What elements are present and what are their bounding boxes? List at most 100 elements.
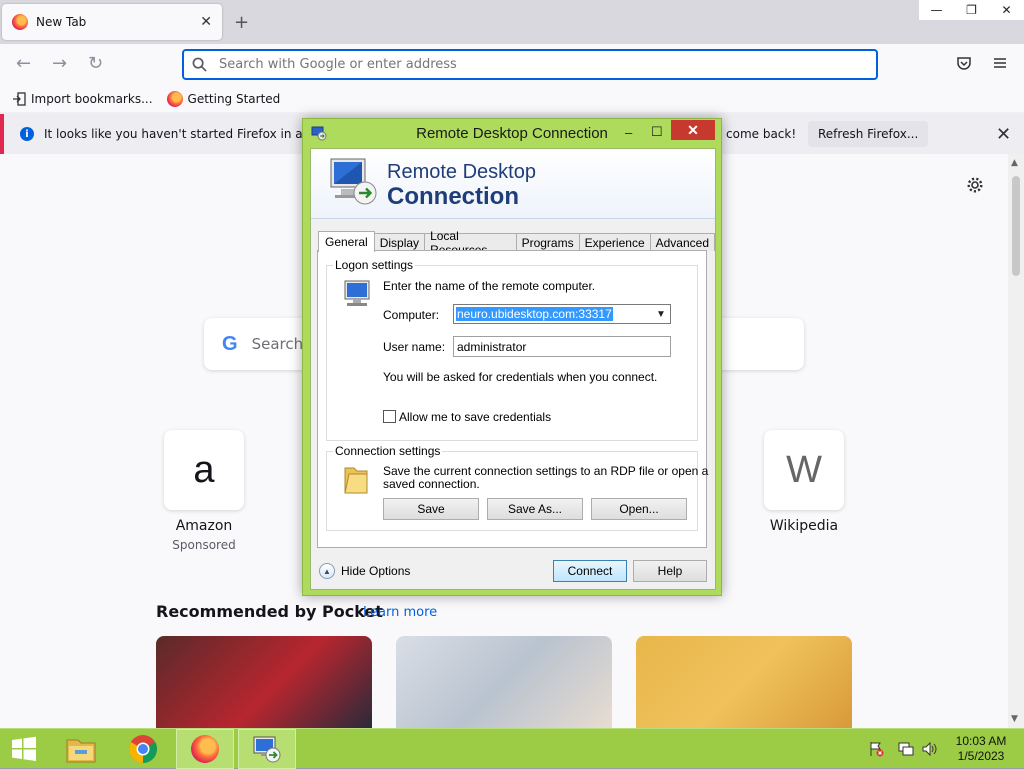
url-bar[interactable] [182,49,878,80]
connection-description-cont: saved connection. [383,477,480,491]
tab-new-tab[interactable]: New Tab ✕ [2,4,222,40]
pocket-card-image[interactable] [636,636,852,728]
navigation-toolbar: ← → ↻ [0,44,1024,86]
username-label: User name: [383,340,446,354]
action-center-flag-icon[interactable] [868,741,884,757]
connection-description: Save the current connection settings to … [383,464,709,478]
scroll-up-icon[interactable]: ▲ [1011,158,1018,168]
learn-more-link[interactable]: Learn more [363,605,437,620]
pocket-card-image[interactable] [156,636,372,728]
wikipedia-icon: W [764,430,844,510]
computer-combobox[interactable]: neuro.ubidesktop.com:33317 ▼ [453,304,671,324]
search-icon [192,57,207,72]
firefox-icon [166,91,183,107]
computer-value: neuro.ubidesktop.com:33317 [456,307,613,321]
bookmark-label: Getting Started [187,92,281,106]
taskbar-file-explorer[interactable] [56,729,106,769]
banner-title-line2: Connection [387,183,519,210]
page-scrollbar[interactable]: ▲ ▼ [1008,154,1024,728]
clock-time: 10:03 AM [955,734,1007,748]
firefox-icon [12,14,28,30]
group-label: Logon settings [333,258,416,272]
logon-settings-group: Logon settings Enter the name of the rem… [326,258,698,441]
save-as-button[interactable]: Save As... [487,498,583,520]
group-label: Connection settings [333,444,443,458]
restore-button[interactable]: ❐ [954,0,989,20]
credentials-note: You will be asked for credentials when y… [383,370,658,384]
notification-text: It looks like you haven't started Firefo… [44,127,342,141]
bookmark-label: Import bookmarks... [31,92,153,106]
top-site-amazon[interactable]: a Amazon Sponsored [164,430,244,552]
connection-settings-group: Connection settings Save the current con… [326,444,708,531]
remote-desktop-logo-icon [330,158,377,205]
scroll-down-icon[interactable]: ▼ [1011,714,1018,724]
bookmark-import[interactable]: Import bookmarks... [12,92,153,106]
tab-display[interactable]: Display [373,233,426,251]
reload-button[interactable]: ↻ [88,55,103,73]
taskbar-firefox[interactable] [176,729,234,769]
hamburger-menu-icon[interactable] [992,55,1008,71]
save-button[interactable]: Save [383,498,479,520]
close-window-button[interactable]: ✕ [989,0,1024,20]
close-notification-icon[interactable]: ✕ [996,124,1011,145]
minimize-button[interactable]: — [919,0,954,20]
hide-options-label: Hide Options [341,564,411,578]
window-controls: — ❐ ✕ [919,0,1024,20]
pocket-heading: Recommended by Pocket [156,602,383,621]
tab-local-resources[interactable]: Local Resources [424,229,517,257]
username-input[interactable] [453,336,671,357]
save-credentials-label[interactable]: Allow me to save credentials [399,410,551,424]
dialog-client-area: Remote Desktop Connection General Displa… [310,148,716,590]
taskbar-chrome[interactable] [118,729,168,769]
dialog-maximize-button: ☐ [651,124,663,139]
scrollbar-thumb[interactable] [1012,176,1020,276]
forward-button[interactable]: → [52,55,67,73]
dialog-close-button[interactable]: ✕ [671,120,715,140]
taskbar: 10:03 AM 1/5/2023 [0,728,1024,769]
dialog-tabs: General Display Local Resources Programs… [318,229,715,257]
new-tab-button[interactable]: + [234,12,249,33]
taskbar-remote-desktop[interactable] [238,729,296,769]
bookmark-getting-started[interactable]: Getting Started [166,91,281,107]
open-button[interactable]: Open... [591,498,687,520]
import-icon [13,92,26,106]
logon-instruction: Enter the name of the remote computer. [383,279,596,293]
folder-icon [344,467,368,494]
search-placeholder: Search [251,335,304,353]
info-icon: i [20,127,34,141]
tab-experience[interactable]: Experience [578,233,651,251]
google-icon: G [222,332,238,355]
tab-bar: New Tab ✕ + — ❐ ✕ [0,0,1024,44]
remote-desktop-icon [253,736,281,763]
chevron-down-icon[interactable]: ▼ [652,305,670,323]
tab-general[interactable]: General [318,231,375,252]
pocket-icon[interactable] [956,55,972,71]
firefox-icon [191,735,219,763]
url-input[interactable] [217,56,868,73]
bookmarks-toolbar: Import bookmarks... Getting Started [0,86,1024,112]
general-tab-panel: Logon settings Enter the name of the rem… [317,250,708,548]
network-icon[interactable] [898,741,914,757]
tab-programs[interactable]: Programs [515,233,580,251]
tab-title: New Tab [36,15,87,29]
clock-date: 1/5/2023 [957,749,1005,763]
save-credentials-checkbox[interactable] [383,410,396,423]
back-button[interactable]: ← [16,55,31,73]
help-button[interactable]: Help [633,560,707,582]
dialog-titlebar[interactable]: Remote Desktop Connection – ☐ ✕ [303,119,721,147]
dialog-minimize-button[interactable]: – [625,123,632,141]
top-site-wikipedia[interactable]: W Wikipedia [764,430,844,534]
chevron-up-icon: ▲ [319,563,335,579]
hide-options-toggle[interactable]: ▲ Hide Options [319,563,410,579]
gear-icon[interactable] [966,176,984,194]
pocket-card-image[interactable] [396,636,612,728]
tab-advanced[interactable]: Advanced [649,233,715,251]
volume-icon[interactable] [922,741,938,757]
start-button[interactable] [0,729,48,769]
close-tab-icon[interactable]: ✕ [200,15,212,29]
refresh-firefox-button[interactable]: Refresh Firefox... [808,121,929,147]
computer-icon [344,280,370,306]
system-clock[interactable]: 10:03 AM 1/5/2023 [946,734,1016,764]
file-explorer-icon [66,739,96,763]
connect-button[interactable]: Connect [553,560,627,582]
